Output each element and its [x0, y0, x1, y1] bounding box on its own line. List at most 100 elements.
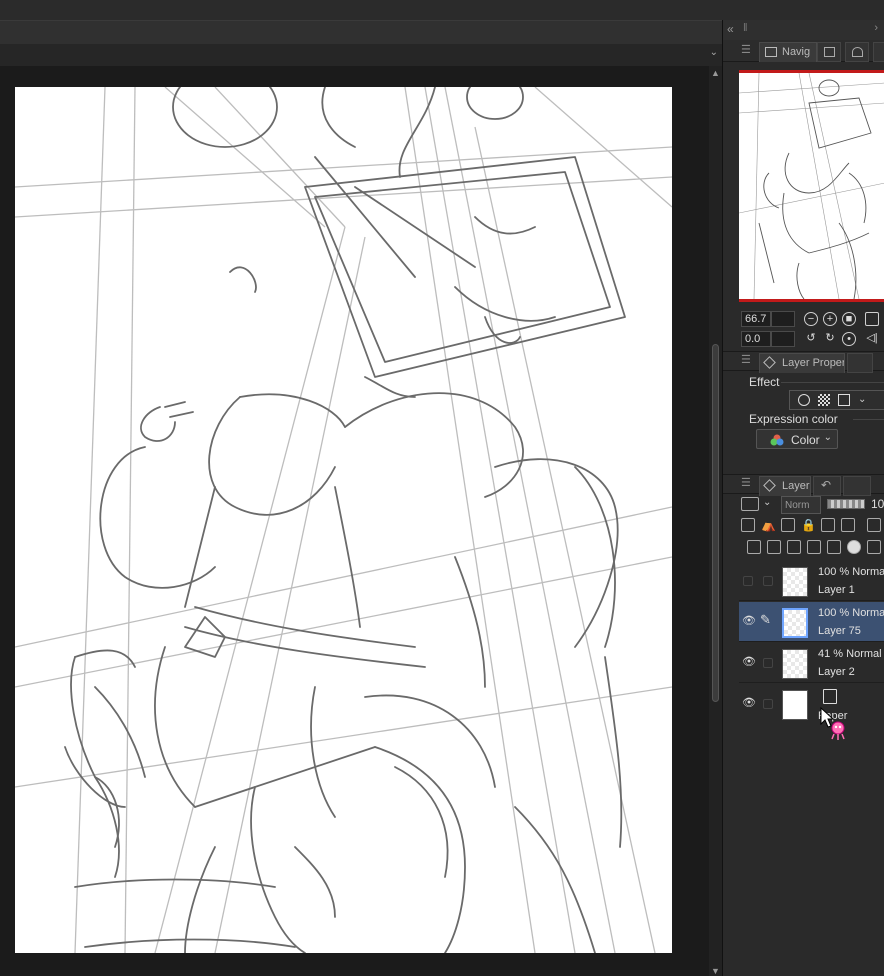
zoom-out-icon[interactable]: −	[804, 312, 818, 326]
layer-property-icon	[763, 356, 776, 369]
layer-row-selected[interactable]: 👁 ✎ 100 % Normal Layer 75	[739, 602, 884, 642]
merge-down-icon[interactable]	[827, 540, 841, 554]
layer-row-paper[interactable]: 👁 Paper	[739, 684, 884, 740]
layer-blend-row: ⌄ Norm 10	[739, 495, 884, 515]
right-dock-panel: « ‖ › ☰ Navig 66.7 − + ■ 0.0 ↺ ↻ • ◁| ☰ …	[722, 20, 884, 976]
tab-layer-property[interactable]: Layer Proper	[759, 353, 845, 373]
apply-mask-icon[interactable]	[867, 540, 881, 554]
mask-icon[interactable]	[841, 518, 855, 532]
opacity-slider[interactable]	[827, 499, 865, 509]
layer-row[interactable]: 👁 41 % Normal Layer 2	[739, 643, 884, 683]
expression-color-label: Expression color	[749, 412, 838, 426]
fit-view-icon[interactable]: ■	[842, 312, 856, 326]
divider	[853, 419, 884, 420]
chevron-down-icon: ⌄	[823, 432, 832, 443]
layer-tab-bar: ☰ Layer ↶	[723, 474, 884, 496]
opacity-value: 10	[871, 497, 884, 511]
tab-secondary[interactable]	[847, 353, 873, 373]
transfer-down-icon[interactable]	[807, 540, 821, 554]
rotate-left-icon[interactable]: ↺	[804, 332, 818, 346]
layer-name: Layer 1	[818, 584, 855, 596]
navigator-rotate-row: 0.0 ↺ ↻ • ◁|	[741, 331, 884, 347]
quick-access-icon	[852, 47, 863, 57]
lock-icon[interactable]: 🔒	[801, 518, 816, 532]
rotation-input[interactable]: 0.0	[741, 331, 771, 347]
collapse-dock-icon[interactable]: «	[727, 22, 734, 36]
chevron-down-icon[interactable]: ⌄	[710, 47, 718, 58]
zoom-slider[interactable]	[771, 311, 795, 327]
paper-layer-icon	[823, 689, 837, 704]
tab-quick-access[interactable]	[845, 42, 869, 62]
chevron-down-icon[interactable]: ⌄	[763, 497, 771, 508]
blend-mode-select[interactable]: Norm	[781, 496, 821, 514]
canvas-area[interactable]	[0, 66, 722, 976]
new-folder-icon[interactable]	[787, 540, 801, 554]
border-effect-icon[interactable]	[798, 394, 810, 406]
scroll-down-arrow-icon[interactable]: ▼	[711, 966, 720, 976]
flip-horizontal-icon[interactable]: ◁|	[865, 332, 879, 346]
scrollbar-thumb[interactable]	[712, 344, 719, 702]
pencil-icon: ✎	[760, 612, 771, 627]
zoom-input[interactable]: 66.7	[741, 311, 771, 327]
layer-type-icon[interactable]	[741, 497, 759, 511]
create-mask-icon[interactable]	[847, 540, 861, 554]
layer-row[interactable]: 100 % Normal Layer 1	[739, 561, 884, 601]
rotation-slider[interactable]	[771, 331, 795, 347]
tone-effect-icon[interactable]	[818, 394, 830, 406]
visibility-toggle[interactable]	[743, 576, 753, 586]
effect-buttons: ⌄	[789, 390, 884, 410]
edit-lock-toggle[interactable]	[763, 699, 773, 709]
reference-layer-icon[interactable]: ⛺	[761, 518, 776, 532]
tab-layer[interactable]: Layer	[759, 476, 811, 496]
top-menu-strip	[0, 0, 884, 20]
drawing-canvas[interactable]	[15, 87, 672, 953]
divider	[781, 382, 884, 383]
scroll-up-arrow-icon[interactable]: ▲	[711, 68, 720, 78]
edit-lock-toggle[interactable]	[763, 576, 773, 586]
layer-name: Layer 2	[818, 666, 855, 678]
zoom-in-icon[interactable]: +	[823, 312, 837, 326]
clip-layer-icon[interactable]	[741, 518, 755, 532]
layer-tools-row-2	[739, 538, 884, 558]
layer-blend-info: 100 % Normal	[818, 566, 884, 578]
navigator-preview[interactable]	[739, 70, 884, 302]
tab-history[interactable]: ↶	[813, 476, 841, 496]
panel-menu-icon[interactable]: ☰	[741, 43, 751, 56]
edit-lock-toggle[interactable]	[763, 658, 773, 668]
panel-menu-icon[interactable]: ☰	[741, 476, 751, 489]
tab-sub-view[interactable]	[817, 42, 841, 62]
expand-right-icon[interactable]: ›	[874, 22, 878, 34]
clip-studio-window: ⌄ ▲ ▼ « ‖ › ☰ Navig 66.7 − + ■ 0.0 ↺ ↻ •…	[0, 0, 884, 976]
eye-icon[interactable]: 👁	[742, 616, 756, 627]
eye-icon[interactable]: 👁	[742, 698, 756, 709]
new-raster-layer-icon[interactable]	[747, 540, 761, 554]
dock-top-strip: « ‖ ›	[723, 20, 884, 40]
canvas-tab-bar	[0, 20, 722, 44]
tab-auto-action[interactable]	[843, 476, 871, 496]
rotate-right-icon[interactable]: ↻	[823, 332, 837, 346]
layer-tools-row-1: ⛺ 🔒	[739, 516, 884, 536]
set-reference-icon[interactable]	[781, 518, 795, 532]
new-vector-layer-icon[interactable]	[767, 540, 781, 554]
canvas-vertical-scrollbar[interactable]: ▲ ▼	[709, 66, 722, 976]
layer-name: Layer 75	[818, 625, 861, 637]
color-dots-icon	[770, 434, 784, 446]
layer-color-icon[interactable]	[838, 394, 850, 406]
dock-grip-icon[interactable]: ‖	[743, 22, 748, 34]
expression-color-select[interactable]: Color ⌄	[756, 429, 838, 449]
tab-overflow[interactable]	[873, 42, 884, 62]
sketch-artwork	[15, 87, 672, 953]
ruler-icon[interactable]	[867, 518, 881, 532]
navigator-tab-bar: ☰ Navig	[723, 40, 884, 62]
tab-navigator[interactable]: Navig	[759, 42, 817, 62]
layer-property-tab-bar: ☰ Layer Proper	[723, 351, 884, 373]
chevron-down-icon[interactable]: ⌄	[858, 394, 870, 406]
reset-rotation-icon[interactable]: •	[842, 332, 856, 346]
panel-menu-icon[interactable]: ☰	[741, 353, 751, 366]
actual-size-icon[interactable]	[865, 312, 879, 326]
layer-thumbnail	[782, 649, 808, 679]
layer-thumbnail	[782, 608, 808, 638]
eye-icon[interactable]: 👁	[742, 657, 756, 668]
lock-transparency-icon[interactable]	[821, 518, 835, 532]
sub-view-icon	[824, 47, 835, 57]
